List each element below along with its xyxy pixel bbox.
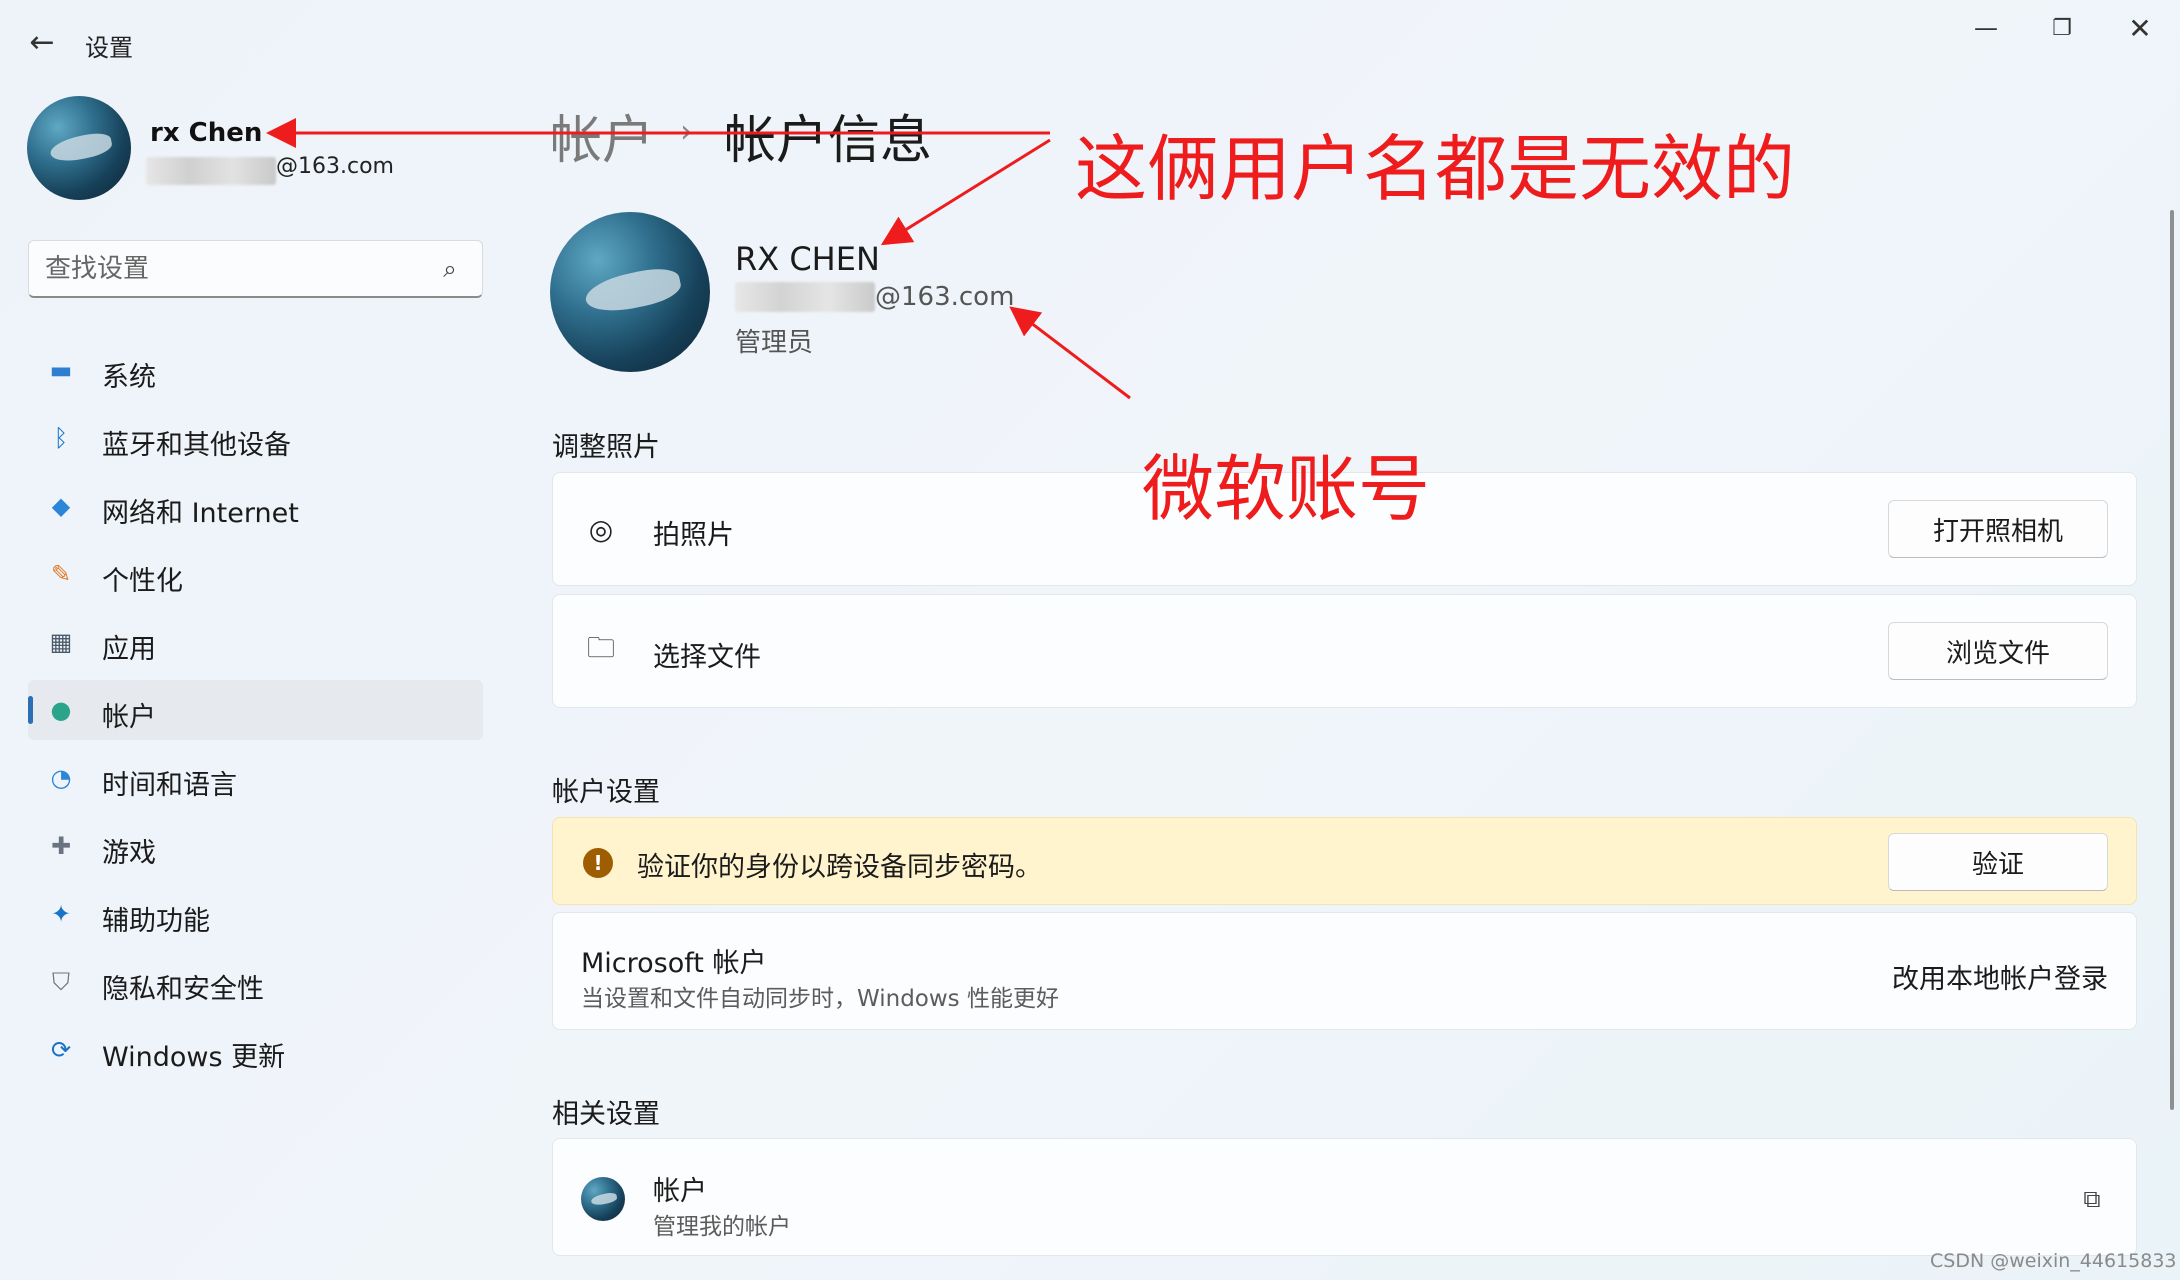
annotation-invalid-usernames: 这俩用户名都是无效的 xyxy=(1075,127,1796,211)
annotation-microsoft-account: 微软账号 xyxy=(1142,447,1431,531)
arrow-to-account-name xyxy=(880,138,1051,246)
watermark: CSDN @weixin_44615833 xyxy=(1930,1250,2177,1272)
arrow-to-account-email xyxy=(1009,306,1131,400)
